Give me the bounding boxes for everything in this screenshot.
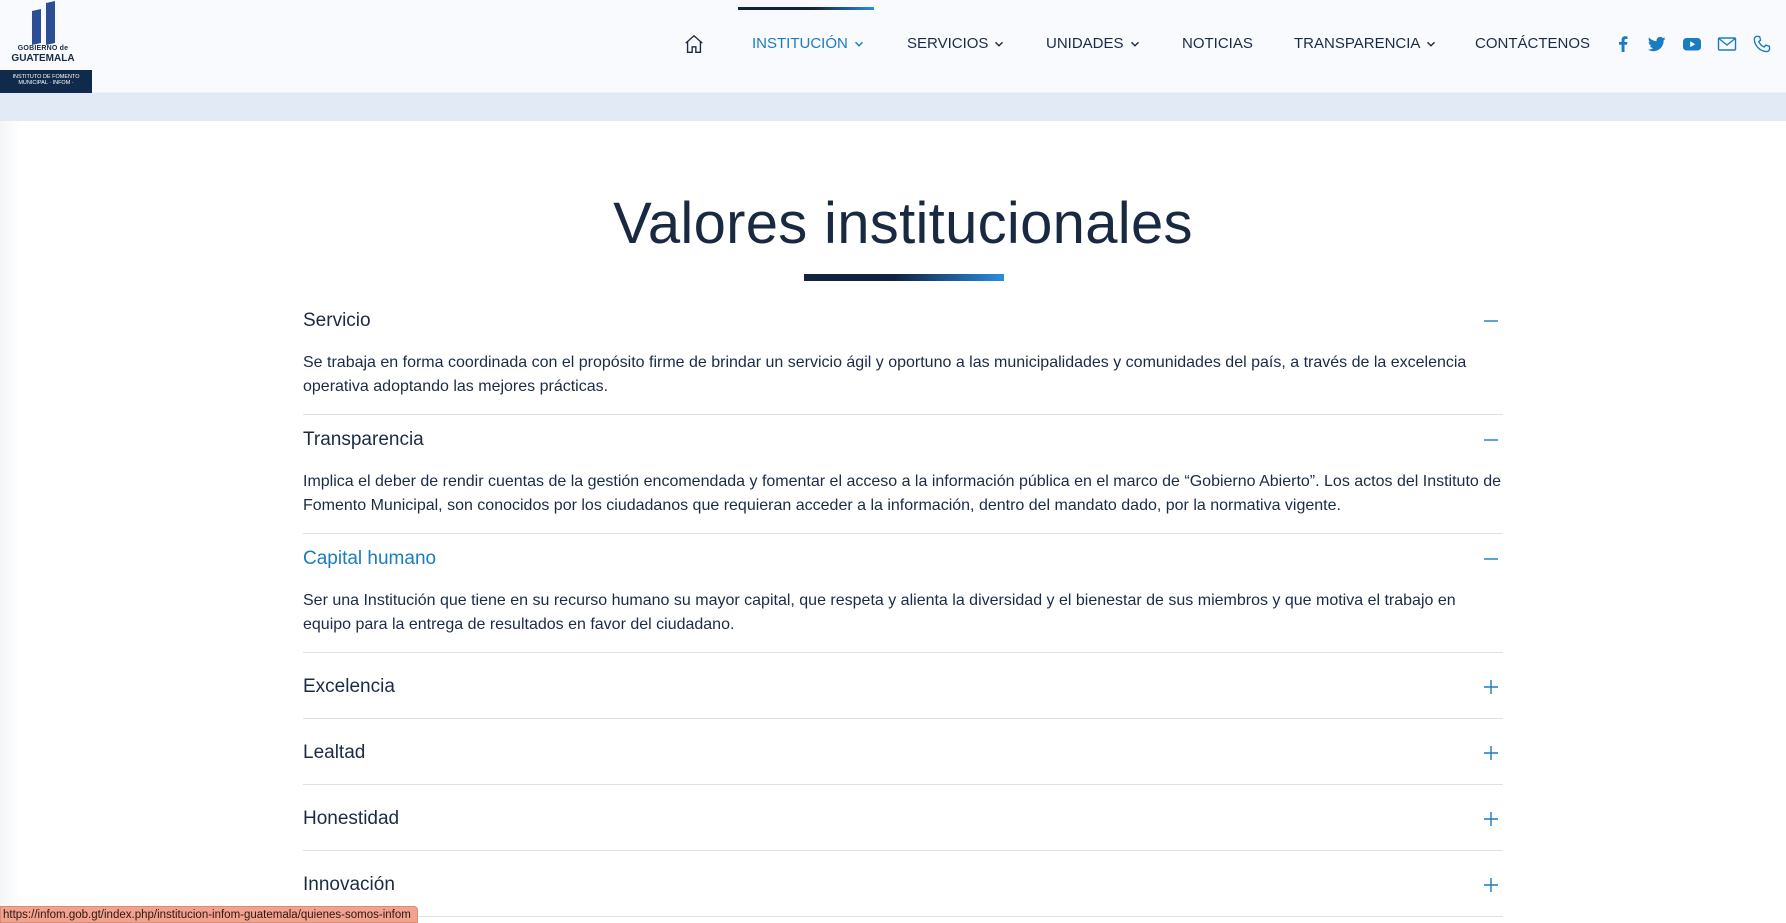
accordion-header[interactable]: Lealtad xyxy=(303,719,1503,784)
accordion-header[interactable]: Honestidad xyxy=(303,785,1503,850)
section-title: Valores institucionales xyxy=(613,191,1193,256)
nav-item-label: SERVICIOS xyxy=(907,35,989,52)
plus-icon[interactable] xyxy=(1483,745,1499,761)
header-subband xyxy=(0,93,1786,121)
accordion-item-lealtad: Lealtad xyxy=(303,719,1503,785)
chevron-down-icon xyxy=(1427,41,1436,47)
accordion-header[interactable]: Excelencia xyxy=(303,653,1503,718)
twitter-icon[interactable] xyxy=(1647,34,1667,54)
accordion-title: Lealtad xyxy=(303,741,366,763)
minus-icon[interactable] xyxy=(1483,432,1499,448)
minus-icon[interactable] xyxy=(1483,313,1499,329)
site-header: GOBIERNO de GUATEMALA INSTITUTO DE FOMEN… xyxy=(0,0,1786,93)
active-nav-indicator xyxy=(738,7,874,10)
chevron-down-icon xyxy=(995,41,1004,47)
accordion-title: Servicio xyxy=(303,309,371,331)
chevron-down-icon xyxy=(1130,41,1139,47)
main-navigation: INSTITUCIÓN SERVICIOS UNIDADES NOTICIAS … xyxy=(0,0,1786,93)
youtube-icon[interactable] xyxy=(1682,34,1702,54)
nav-item-label: TRANSPARENCIA xyxy=(1294,35,1421,52)
nav-item-contactenos[interactable]: CONTÁCTENOS xyxy=(1475,35,1590,52)
browser-status-url: https://infom.gob.gt/index.php/instituci… xyxy=(0,906,418,923)
values-accordion: Servicio Se trabaja en forma coordinada … xyxy=(303,296,1503,917)
accordion-title: Transparencia xyxy=(303,428,424,450)
chevron-down-icon xyxy=(854,41,863,47)
nav-item-servicios[interactable]: SERVICIOS xyxy=(907,35,1004,52)
accordion-item-excelencia: Excelencia xyxy=(303,653,1503,719)
accordion-title: Capital humano xyxy=(303,547,437,569)
accordion-title: Innovación xyxy=(303,873,395,895)
accordion-item-transparencia: Transparencia Implica el deber de rendir… xyxy=(303,415,1503,534)
nav-item-transparencia[interactable]: TRANSPARENCIA xyxy=(1294,35,1436,52)
accordion-header[interactable]: Capital humano xyxy=(303,534,1503,581)
phone-icon[interactable] xyxy=(1752,34,1772,54)
nav-item-noticias[interactable]: NOTICIAS xyxy=(1182,35,1253,52)
title-underline xyxy=(804,274,1004,281)
nav-item-unidades[interactable]: UNIDADES xyxy=(1046,35,1140,52)
accordion-item-honestidad: Honestidad xyxy=(303,785,1503,851)
facebook-icon[interactable] xyxy=(1613,34,1633,54)
plus-icon[interactable] xyxy=(1483,679,1499,695)
accordion-body: Implica el deber de rendir cuentas de la… xyxy=(303,473,1502,514)
accordion-item-capital-humano: Capital humano Ser una Institución que t… xyxy=(303,534,1503,653)
accordion-body: Ser una Institución que tiene en su recu… xyxy=(303,592,1456,633)
accordion-title: Honestidad xyxy=(303,807,400,829)
accordion-header[interactable]: Servicio xyxy=(303,296,1503,343)
plus-icon[interactable] xyxy=(1483,811,1499,827)
nav-item-institucion[interactable]: INSTITUCIÓN xyxy=(752,35,864,52)
minus-icon[interactable] xyxy=(1483,551,1499,567)
mail-icon[interactable] xyxy=(1717,34,1737,54)
nav-item-label: CONTÁCTENOS xyxy=(1475,35,1591,52)
nav-item-label: NOTICIAS xyxy=(1182,35,1253,52)
accordion-item-innovacion: Innovación xyxy=(303,851,1503,917)
nav-item-label: INSTITUCIÓN xyxy=(752,35,848,52)
accordion-header[interactable]: Innovación xyxy=(303,851,1503,916)
plus-icon[interactable] xyxy=(1483,877,1499,893)
nav-item-label: UNIDADES xyxy=(1046,35,1124,52)
home-icon[interactable] xyxy=(683,33,705,55)
accordion-title: Excelencia xyxy=(303,675,395,697)
accordion-body: Se trabaja en forma coordinada con el pr… xyxy=(303,354,1467,395)
accordion-header[interactable]: Transparencia xyxy=(303,415,1503,462)
accordion-item-servicio: Servicio Se trabaja en forma coordinada … xyxy=(303,296,1503,415)
